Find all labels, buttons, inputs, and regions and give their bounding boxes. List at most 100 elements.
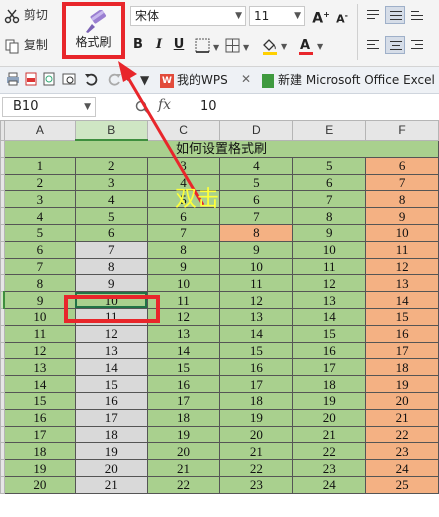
cell-d19[interactable]: 22 (219, 459, 294, 477)
cell-a20[interactable]: 20 (3, 475, 76, 494)
cell-f14[interactable]: 19 (365, 375, 439, 393)
cell-border-style-button[interactable]: ▼ (224, 37, 256, 55)
cell-e10[interactable]: 14 (292, 307, 367, 326)
cell-d18[interactable]: 21 (219, 442, 294, 461)
print-preview-icon[interactable] (42, 72, 56, 86)
cell-c6[interactable]: 8 (146, 240, 221, 259)
cell-b12[interactable]: 13 (74, 341, 148, 360)
cell-d5[interactable]: 8 (219, 223, 294, 242)
cell-e3[interactable]: 7 (292, 190, 367, 209)
cell-b6[interactable]: 7 (74, 240, 148, 259)
column-header-a[interactable]: A (3, 120, 76, 141)
cell-d2[interactable]: 5 (219, 173, 294, 192)
cell-c18[interactable]: 20 (146, 442, 221, 461)
cell-d12[interactable]: 15 (219, 341, 294, 360)
cell-d11[interactable]: 14 (219, 324, 294, 343)
align-center-button[interactable] (385, 36, 405, 54)
cell-e2[interactable]: 6 (292, 173, 367, 192)
cell-f5[interactable]: 10 (365, 223, 439, 242)
cell-a13[interactable]: 13 (3, 358, 76, 377)
cell-b19[interactable]: 20 (74, 459, 148, 477)
tab-new-excel[interactable]: 新建 Microsoft Office Excel (262, 70, 435, 90)
cell-e17[interactable]: 21 (292, 425, 367, 444)
cell-a15[interactable]: 15 (3, 391, 76, 410)
cell-f7[interactable]: 12 (365, 257, 439, 276)
cell-c8[interactable]: 10 (146, 274, 221, 293)
cell-a2[interactable]: 2 (3, 173, 76, 192)
cell-e16[interactable]: 20 (292, 408, 367, 427)
cell-e13[interactable]: 17 (292, 358, 367, 377)
font-name-select[interactable]: 宋体 ▼ (130, 6, 246, 26)
column-header-f[interactable]: F (365, 120, 439, 141)
cell-f17[interactable]: 22 (365, 425, 439, 444)
font-size-select[interactable]: 11 ▼ (249, 6, 305, 26)
cell-e7[interactable]: 11 (292, 257, 367, 276)
column-header-e[interactable]: E (292, 120, 367, 141)
cell-b4[interactable]: 5 (74, 207, 148, 225)
close-icon[interactable]: ✕ (241, 72, 251, 86)
cell-d3[interactable]: 6 (219, 190, 294, 209)
cell-d4[interactable]: 7 (219, 207, 294, 225)
cell-b16[interactable]: 17 (74, 408, 148, 427)
cell-a19[interactable]: 19 (3, 459, 76, 477)
cell-f20[interactable]: 25 (365, 475, 439, 494)
cell-c7[interactable]: 9 (146, 257, 221, 276)
preview-icon[interactable] (62, 72, 76, 86)
cell-a18[interactable]: 18 (3, 442, 76, 461)
sheet-title-cell[interactable]: 如何设置格式刷 (3, 139, 439, 158)
cell-b11[interactable]: 12 (74, 324, 148, 343)
cell-a7[interactable]: 7 (3, 257, 76, 276)
cell-e15[interactable]: 19 (292, 391, 367, 410)
format-painter-button[interactable]: 格式刷 (62, 2, 125, 59)
cell-f18[interactable]: 23 (365, 442, 439, 461)
cell-c17[interactable]: 19 (146, 425, 221, 444)
cell-c16[interactable]: 18 (146, 408, 221, 427)
cell-d6[interactable]: 9 (219, 240, 294, 259)
cell-d17[interactable]: 20 (219, 425, 294, 444)
cell-c5[interactable]: 7 (146, 223, 221, 242)
cell-f2[interactable]: 7 (365, 173, 439, 192)
pdf-icon[interactable] (24, 72, 38, 86)
borders-button[interactable]: ▼ (194, 37, 226, 55)
cell-a14[interactable]: 14 (3, 375, 76, 393)
cell-e20[interactable]: 24 (292, 475, 367, 494)
align-top-button[interactable] (363, 6, 383, 24)
cell-c19[interactable]: 21 (146, 459, 221, 477)
cell-d15[interactable]: 18 (219, 391, 294, 410)
cell-f13[interactable]: 18 (365, 358, 439, 377)
cell-f10[interactable]: 15 (365, 307, 439, 326)
shrink-font-button[interactable]: A- (333, 7, 351, 26)
cell-d1[interactable]: 4 (219, 156, 294, 175)
cell-c13[interactable]: 15 (146, 358, 221, 377)
cell-a6[interactable]: 6 (3, 240, 76, 259)
italic-button[interactable]: I (150, 36, 168, 54)
cell-a16[interactable]: 16 (3, 408, 76, 427)
cell-a5[interactable]: 5 (3, 223, 76, 242)
name-box[interactable]: B10 ▼ (2, 97, 96, 117)
cell-f8[interactable]: 13 (365, 274, 439, 293)
cell-d16[interactable]: 19 (219, 408, 294, 427)
cell-d9[interactable]: 12 (219, 291, 294, 309)
cell-e6[interactable]: 10 (292, 240, 367, 259)
cell-d20[interactable]: 23 (219, 475, 294, 494)
grow-font-button[interactable]: A+ (312, 6, 330, 27)
cell-b18[interactable]: 19 (74, 442, 148, 461)
align-bottom-button[interactable] (407, 6, 427, 24)
cell-a4[interactable]: 4 (3, 207, 76, 225)
cell-b14[interactable]: 15 (74, 375, 148, 393)
cell-a17[interactable]: 17 (3, 425, 76, 444)
cell-f1[interactable]: 6 (365, 156, 439, 175)
cell-b7[interactable]: 8 (74, 257, 148, 276)
cell-f12[interactable]: 17 (365, 341, 439, 360)
cell-f19[interactable]: 24 (365, 459, 439, 477)
align-left-button[interactable] (363, 36, 383, 54)
cell-d8[interactable]: 11 (219, 274, 294, 293)
cell-f6[interactable]: 11 (365, 240, 439, 259)
cell-e5[interactable]: 9 (292, 223, 367, 242)
cell-f4[interactable]: 9 (365, 207, 439, 225)
font-color-button[interactable]: A ▼ (296, 36, 330, 56)
cell-e11[interactable]: 15 (292, 324, 367, 343)
cell-c15[interactable]: 17 (146, 391, 221, 410)
bold-button[interactable]: B (129, 36, 147, 54)
fill-color-button[interactable]: ▼ (260, 36, 294, 56)
